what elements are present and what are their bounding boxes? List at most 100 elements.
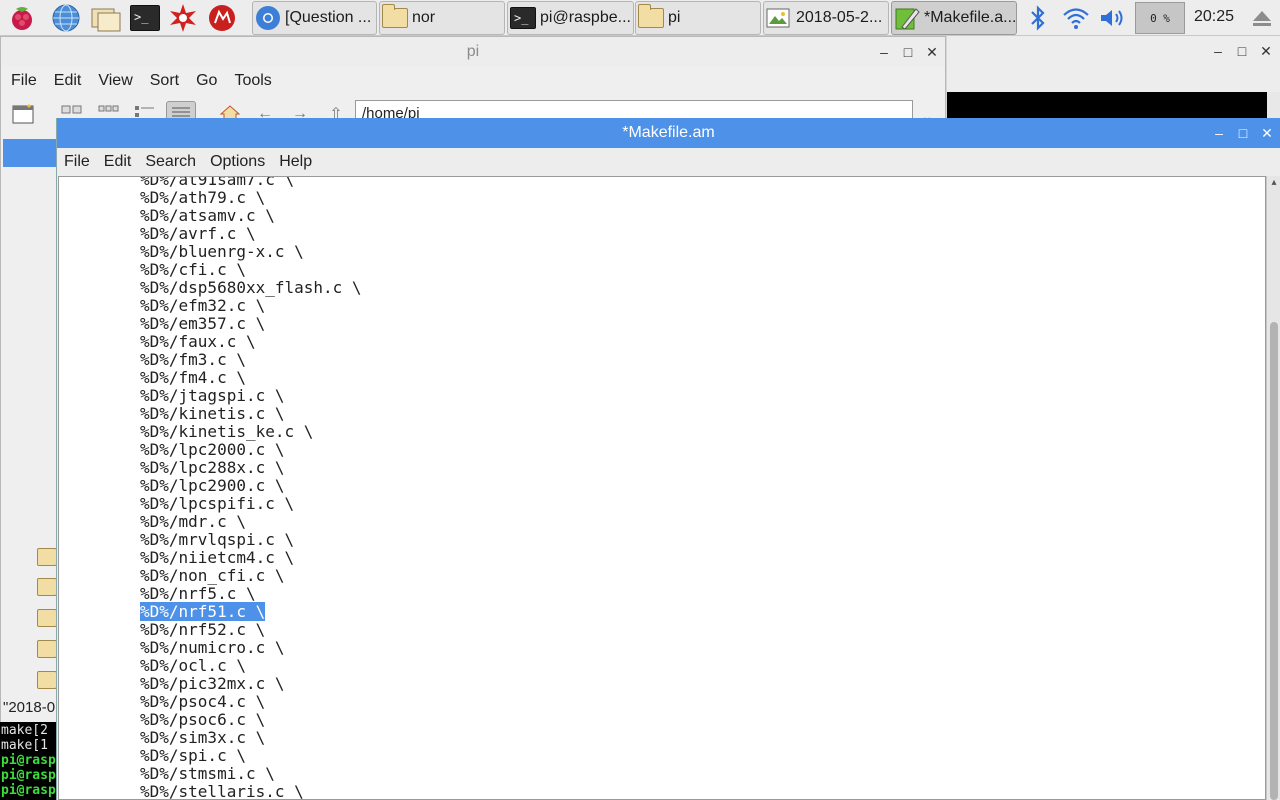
text-line: %D%/lpc288x.c \ bbox=[140, 458, 285, 477]
folder-icon bbox=[638, 4, 664, 31]
menu-go[interactable]: Go bbox=[196, 72, 217, 90]
terminal-line: pi@rasp bbox=[1, 783, 56, 798]
wolfram-icon[interactable] bbox=[206, 2, 238, 34]
task-label: pi bbox=[668, 9, 681, 26]
image-viewer-icon bbox=[766, 5, 792, 31]
volume-icon[interactable] bbox=[1097, 2, 1129, 34]
terminal-line: pi@rasp bbox=[1, 768, 56, 783]
clock[interactable]: 20:25 bbox=[1190, 8, 1238, 26]
menu-bar: File Edit Search Options Help bbox=[57, 148, 1280, 176]
maximize-button[interactable]: □ bbox=[1234, 43, 1250, 59]
task-pi[interactable]: pi bbox=[635, 1, 761, 35]
terminal-output bbox=[947, 92, 1267, 118]
menu-file[interactable]: File bbox=[11, 72, 37, 90]
text-line: %D%/non_cfi.c \ bbox=[140, 566, 285, 585]
maximize-button[interactable]: □ bbox=[900, 44, 916, 60]
text-line: %D%/lpc2900.c \ bbox=[140, 476, 285, 495]
taskbar: >_ [Question ... nor >_ pi@raspbe... pi … bbox=[0, 0, 1280, 36]
close-button[interactable]: ✕ bbox=[1259, 125, 1275, 141]
text-editor-icon bbox=[894, 5, 920, 31]
text-line: %D%/atsamv.c \ bbox=[140, 206, 275, 225]
text-line: %D%/mdr.c \ bbox=[140, 512, 246, 531]
text-area[interactable]: %D%/at91sam7.c \ %D%/ath79.c \ %D%/atsam… bbox=[58, 176, 1266, 800]
text-line: %D%/cfi.c \ bbox=[140, 260, 246, 279]
scrollbar-thumb[interactable] bbox=[1270, 322, 1278, 800]
text-line: %D%/fm3.c \ bbox=[140, 350, 246, 369]
terminal-line: make[1 bbox=[1, 738, 48, 753]
menu-options[interactable]: Options bbox=[210, 153, 265, 171]
bluetooth-icon[interactable] bbox=[1022, 2, 1054, 34]
math-kernel-icon[interactable] bbox=[167, 2, 199, 34]
menu-sort[interactable]: Sort bbox=[150, 72, 179, 90]
terminal-window-titlebar: – □ ✕ bbox=[947, 36, 1280, 92]
folder-icon[interactable] bbox=[37, 640, 57, 658]
text-line: %D%/dsp5680xx_flash.c \ bbox=[140, 278, 362, 297]
text-line: %D%/faux.c \ bbox=[140, 332, 256, 351]
text-line: %D%/em357.c \ bbox=[140, 314, 266, 333]
task-label: nor bbox=[412, 9, 436, 26]
task-question[interactable]: [Question ... bbox=[252, 1, 377, 35]
terminal-line: make[2 bbox=[1, 723, 48, 738]
scroll-up-icon[interactable]: ▴ bbox=[1267, 176, 1280, 190]
text-line: %D%/jtagspi.c \ bbox=[140, 386, 285, 405]
close-button[interactable]: ✕ bbox=[924, 44, 940, 60]
minimize-button[interactable]: – bbox=[1211, 125, 1227, 141]
selected-text-line: %D%/nrf51.c \ bbox=[140, 602, 266, 621]
text-line: %D%/efm32.c \ bbox=[140, 296, 266, 315]
text-line: %D%/psoc6.c \ bbox=[140, 710, 266, 729]
terminal-scrollbar[interactable] bbox=[1267, 92, 1280, 118]
new-window-icon[interactable] bbox=[11, 101, 37, 127]
menu-bar: File Edit View Sort Go Tools bbox=[1, 67, 945, 95]
task-terminal[interactable]: >_ pi@raspbe... bbox=[507, 1, 634, 35]
vertical-scrollbar[interactable]: ▴ bbox=[1266, 176, 1280, 800]
folder-icon[interactable] bbox=[37, 671, 57, 689]
text-line: %D%/niietcm4.c \ bbox=[140, 548, 295, 567]
window-title-text: *Makefile.am bbox=[622, 124, 715, 141]
menu-tools[interactable]: Tools bbox=[234, 72, 271, 90]
text-line: %D%/kinetis_ke.c \ bbox=[140, 422, 314, 441]
minimize-button[interactable]: – bbox=[1210, 43, 1226, 59]
web-browser-icon[interactable] bbox=[50, 2, 82, 34]
terminal-snippet: make[2 make[1 pi@rasp pi@rasp pi@rasp bbox=[0, 722, 56, 800]
menu-edit[interactable]: Edit bbox=[104, 153, 132, 171]
sidebar-selected-item[interactable] bbox=[3, 139, 57, 167]
text-line: %D%/sim3x.c \ bbox=[140, 728, 266, 747]
text-line: %D%/kinetis.c \ bbox=[140, 404, 285, 423]
folder-icon[interactable] bbox=[37, 548, 57, 566]
terminal-icon[interactable]: >_ bbox=[129, 2, 161, 34]
text-line: %D%/psoc4.c \ bbox=[140, 692, 266, 711]
task-nor[interactable]: nor bbox=[379, 1, 505, 35]
raspberry-menu-icon[interactable] bbox=[6, 2, 38, 34]
task-makefile[interactable]: *Makefile.a... bbox=[891, 1, 1017, 35]
terminal-icon: >_ bbox=[510, 5, 536, 31]
chromium-icon bbox=[255, 5, 281, 31]
text-line: %D%/ocl.c \ bbox=[140, 656, 246, 675]
folder-icon[interactable] bbox=[37, 609, 57, 627]
folder-icon bbox=[382, 4, 408, 31]
text-line: %D%/stmsmi.c \ bbox=[140, 764, 275, 783]
text-line: %D%/nrf52.c \ bbox=[140, 620, 266, 639]
text-line: %D%/stellaris.c \ bbox=[140, 782, 304, 800]
eject-icon[interactable] bbox=[1246, 2, 1278, 34]
wifi-icon[interactable] bbox=[1060, 2, 1092, 34]
menu-help[interactable]: Help bbox=[279, 153, 312, 171]
task-image[interactable]: 2018-05-2... bbox=[763, 1, 889, 35]
editor-window: *Makefile.am – □ ✕ File Edit Search Opti… bbox=[56, 118, 1280, 800]
window-title: *Makefile.am – □ ✕ bbox=[57, 118, 1280, 148]
text-line: %D%/lpc2000.c \ bbox=[140, 440, 285, 459]
folder-icon[interactable] bbox=[37, 578, 57, 596]
text-line: %D%/avrf.c \ bbox=[140, 224, 256, 243]
minimize-button[interactable]: – bbox=[876, 44, 892, 60]
text-line: %D%/lpcspifi.c \ bbox=[140, 494, 295, 513]
text-line: %D%/numicro.c \ bbox=[140, 638, 285, 657]
menu-edit[interactable]: Edit bbox=[54, 72, 82, 90]
file-manager-icon[interactable] bbox=[89, 2, 121, 34]
cpu-monitor[interactable]: 0 % bbox=[1135, 2, 1185, 34]
task-label: pi@raspbe... bbox=[540, 9, 631, 26]
menu-file[interactable]: File bbox=[64, 153, 90, 171]
menu-view[interactable]: View bbox=[98, 72, 132, 90]
close-button[interactable]: ✕ bbox=[1258, 43, 1274, 59]
task-label: [Question ... bbox=[285, 9, 372, 26]
menu-search[interactable]: Search bbox=[145, 153, 196, 171]
maximize-button[interactable]: □ bbox=[1235, 125, 1251, 141]
